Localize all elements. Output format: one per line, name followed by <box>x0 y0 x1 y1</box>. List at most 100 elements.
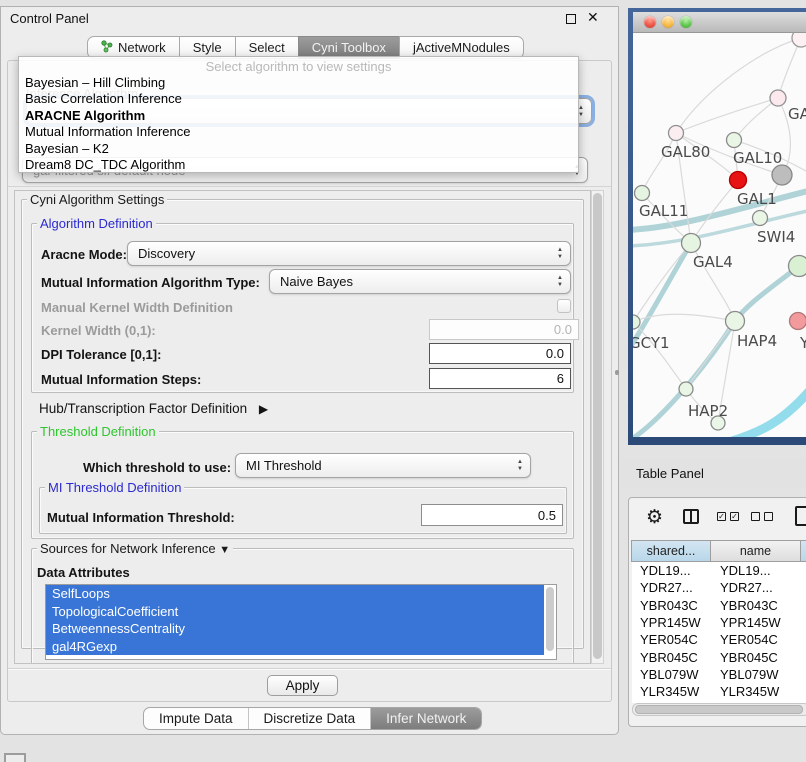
algorithm-dropdown-popup: Select algorithm to view settings Bayesi… <box>18 56 579 173</box>
node-label-hap4: HAP4 <box>737 332 777 350</box>
table-header: shared...name <box>632 540 806 562</box>
minimize-traffic-light[interactable] <box>662 16 674 28</box>
table-panel-title: Table Panel <box>636 466 704 481</box>
network-node[interactable] <box>730 172 747 189</box>
float-window-icon[interactable] <box>566 14 576 24</box>
algorithm-option-mutual-information-inference[interactable]: Mutual Information Inference <box>19 124 578 140</box>
node-label-gcy1: GCY1 <box>633 334 670 352</box>
network-node[interactable] <box>727 133 742 148</box>
algorithm-option-bayesian-k2[interactable]: Bayesian – K2 <box>19 141 578 157</box>
threshold-definition-title: Threshold Definition <box>37 424 159 439</box>
network-node[interactable] <box>790 313 806 330</box>
node-label-gal4: GAL4 <box>693 253 733 271</box>
data-attributes-listbox: SelfLoopsTopologicalCoefficientBetweenne… <box>45 584 557 660</box>
hub-definition-toggle[interactable]: Hub/Transcription Factor Definition ▶ <box>39 401 268 416</box>
table-cell: YLR345W <box>712 684 803 699</box>
network-node[interactable] <box>669 126 684 141</box>
attribute-item-gal4rgexp[interactable]: gal4RGexp <box>46 638 544 656</box>
sources-title-label: Sources for Network Inference <box>40 541 216 556</box>
stepper-arrows-icon: ▲▼ <box>550 247 570 260</box>
attribute-item-betweennesscentrality[interactable]: BetweennessCentrality <box>46 620 544 638</box>
close-icon[interactable]: ✕ <box>587 9 599 26</box>
network-canvas[interactable]: GALGAL80GAL10GAL1GAL11SWI4GAL4GCY1HAP4YH… <box>633 33 806 437</box>
network-edge <box>735 266 799 321</box>
table-cell: YBL079W <box>632 667 712 682</box>
manual-kernel-width-checkbox[interactable] <box>557 299 571 313</box>
column-header-2[interactable] <box>800 540 806 562</box>
attribute-item-topologicalcoefficient[interactable]: TopologicalCoefficient <box>46 603 544 621</box>
combo-value: Naive Bayes <box>280 274 353 289</box>
control-panel-title: Control Panel <box>10 11 89 26</box>
combo-value: Discovery <box>138 246 195 261</box>
network-node[interactable] <box>770 90 786 106</box>
stepper-arrows-icon: ▲▼ <box>550 275 570 288</box>
which-threshold-label: Which threshold to use: <box>83 460 231 475</box>
table-row[interactable]: YDL19...YDL19...13 <box>632 562 806 579</box>
network-node[interactable] <box>792 33 806 47</box>
settings-scroll-area: Cyni Algorithm Settings Algorithm Defini… <box>14 190 591 664</box>
settings-scrollbar-thumb[interactable] <box>593 193 602 659</box>
table-panel-bar: Table Panel <box>622 458 806 488</box>
which-threshold-combo[interactable]: MI Threshold ▲▼ <box>235 453 531 478</box>
attribute-item-selfloops[interactable]: SelfLoops <box>46 585 544 603</box>
combo-value: MI Threshold <box>246 458 322 473</box>
attributes-scrollbar[interactable] <box>546 587 554 651</box>
mi-algorithm-type-label: Mutual Information Algorithm Type: <box>41 275 260 290</box>
table-row[interactable]: YBR045CYBR045C9. <box>632 648 806 665</box>
mi-steps-field[interactable]: 6 <box>429 368 571 389</box>
mi-algorithm-type-combo[interactable]: Naive Bayes ▲▼ <box>269 269 571 294</box>
node-label-gal1: GAL1 <box>737 190 777 208</box>
minimized-panel-icon[interactable] <box>4 753 26 762</box>
hide-columns-unchecked-icon[interactable] <box>751 512 773 521</box>
network-node[interactable] <box>635 186 650 201</box>
table-hscrollbar-thumb[interactable] <box>635 705 803 714</box>
table-row[interactable]: YDR27...YDR27...12 <box>632 579 806 596</box>
aracne-mode-combo[interactable]: Discovery ▲▼ <box>127 241 571 266</box>
columns-icon[interactable] <box>683 509 699 524</box>
apply-button[interactable]: Apply <box>267 675 338 696</box>
table-hscrollbar-track[interactable] <box>632 703 806 716</box>
table-row[interactable]: YER054CYER054C8. <box>632 631 806 648</box>
gear-icon[interactable]: ⚙ <box>646 506 663 529</box>
network-node[interactable] <box>772 165 792 185</box>
algorithm-option-bayesian-hill-climbing[interactable]: Bayesian – Hill Climbing <box>19 75 578 91</box>
table-row[interactable]: YBR043CYBR043C <box>632 597 806 614</box>
node-label-gal: GAL <box>788 105 806 123</box>
network-node[interactable] <box>682 234 701 253</box>
network-node[interactable] <box>679 382 693 396</box>
network-node[interactable] <box>633 315 640 329</box>
table-row[interactable]: YBL079WYBL079W <box>632 666 806 683</box>
tab-impute-data[interactable]: Impute Data <box>144 708 248 729</box>
sources-group-title[interactable]: Sources for Network Inference ▼ <box>37 541 233 556</box>
column-header-1[interactable]: name <box>710 540 801 562</box>
algorithm-option-aracne-algorithm[interactable]: ARACNE Algorithm <box>19 108 578 124</box>
panel-divider-grip[interactable] <box>615 370 619 375</box>
zoom-traffic-light[interactable] <box>680 16 692 28</box>
tab-discretize-data[interactable]: Discretize Data <box>248 708 371 729</box>
mi-threshold-field[interactable]: 0.5 <box>421 504 563 526</box>
algorithm-option-basic-correlation-inference[interactable]: Basic Correlation Inference <box>19 91 578 107</box>
show-columns-checked-icon[interactable]: ✓✓ <box>717 512 739 521</box>
algorithm-popup-list: Bayesian – Hill ClimbingBasic Correlatio… <box>19 75 578 173</box>
separator-highlight <box>8 669 611 670</box>
network-node[interactable] <box>726 312 745 331</box>
column-header-0[interactable]: shared... <box>631 540 711 562</box>
network-icon <box>101 40 113 56</box>
tab-infer-network[interactable]: Infer Network <box>370 708 481 729</box>
partial-toolbar-icon[interactable] <box>795 506 806 526</box>
network-node[interactable] <box>789 256 806 277</box>
table-row[interactable]: YPR145WYPR145W9. <box>632 614 806 631</box>
network-node[interactable] <box>753 211 768 226</box>
tab-label: Style <box>193 40 222 55</box>
table-row[interactable]: YLR345WYLR345W9. <box>632 683 806 700</box>
cyni-settings-group-title: Cyni Algorithm Settings <box>27 192 167 207</box>
node-label-swi4: SWI4 <box>757 228 795 246</box>
algorithm-option-dream8-dc-tdc-algorithm[interactable]: Dream8 DC_TDC Algorithm <box>19 157 578 173</box>
network-window-titlebar[interactable] <box>633 12 806 33</box>
tab-label: Cyni Toolbox <box>312 40 386 55</box>
table-cell: YBR043C <box>712 598 803 613</box>
table-cell: YBR045C <box>632 650 712 665</box>
dpi-tolerance-field[interactable]: 0.0 <box>429 343 571 364</box>
close-traffic-light[interactable] <box>644 16 656 28</box>
kernel-width-field[interactable]: 0.0 <box>429 319 579 340</box>
